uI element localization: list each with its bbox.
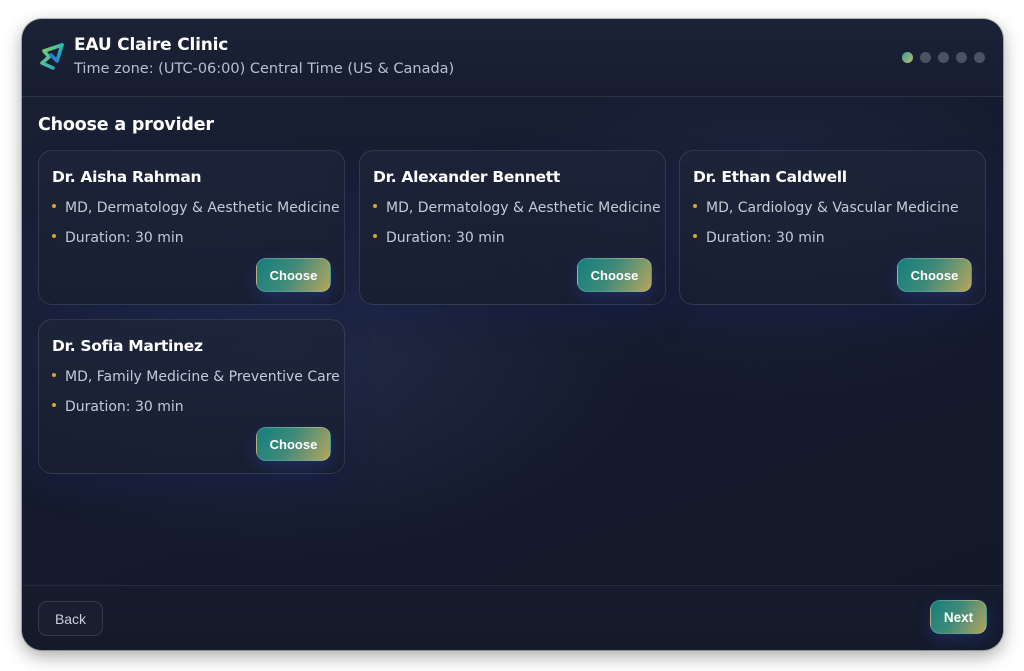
bullet-icon [52,234,56,238]
duration-text: Duration: 30 min [65,230,184,246]
step-indicator [902,52,985,63]
booking-window: EAU Claire Clinic Time zone: (UTC-06:00)… [22,19,1003,650]
specialty-text: MD, Family Medicine & Preventive Care [65,369,340,385]
bullet-icon [373,204,377,208]
provider-duration: Duration: 30 min [693,230,825,246]
provider-specialty: MD, Dermatology & Aesthetic Medicine [52,200,340,216]
provider-card-sofia-martinez: Dr. Sofia Martinez MD, Family Medicine &… [38,319,345,474]
specialty-text: MD, Cardiology & Vascular Medicine [706,200,959,216]
provider-duration: Duration: 30 min [373,230,505,246]
clinic-name: EAU Claire Clinic [74,35,229,55]
provider-specialty: MD, Family Medicine & Preventive Care [52,369,340,385]
bullet-icon [52,204,56,208]
choose-button[interactable]: Choose [256,427,331,461]
step-dot-2 [920,52,931,63]
provider-specialty: MD, Dermatology & Aesthetic Medicine [373,200,661,216]
provider-specialty: MD, Cardiology & Vascular Medicine [693,200,959,216]
next-button[interactable]: Next [930,600,987,634]
step-dot-1 [902,52,913,63]
specialty-text: MD, Dermatology & Aesthetic Medicine [65,200,340,216]
choose-button[interactable]: Choose [256,258,331,292]
duration-text: Duration: 30 min [706,230,825,246]
timezone-label: Time zone: (UTC-06:00) Central Time (US … [74,61,455,77]
duration-text: Duration: 30 min [386,230,505,246]
specialty-text: MD, Dermatology & Aesthetic Medicine [386,200,661,216]
bullet-icon [373,234,377,238]
step-dot-5 [974,52,985,63]
bullet-icon [693,204,697,208]
footer: Back Next [22,585,1003,650]
choose-button[interactable]: Choose [897,258,972,292]
provider-name: Dr. Aisha Rahman [52,168,202,186]
provider-name: Dr. Sofia Martinez [52,337,203,355]
provider-duration: Duration: 30 min [52,230,184,246]
provider-name: Dr. Ethan Caldwell [693,168,847,186]
bullet-icon [52,403,56,407]
bullet-icon [52,373,56,377]
step-dot-4 [956,52,967,63]
provider-card-ethan-caldwell: Dr. Ethan Caldwell MD, Cardiology & Vasc… [679,150,986,305]
bullet-icon [693,234,697,238]
back-button[interactable]: Back [38,601,103,636]
header: EAU Claire Clinic Time zone: (UTC-06:00)… [22,19,1003,97]
section-title: Choose a provider [38,115,214,135]
provider-duration: Duration: 30 min [52,399,184,415]
clinic-logo-icon [40,43,64,70]
provider-name: Dr. Alexander Bennett [373,168,560,186]
provider-card-aisha-rahman: Dr. Aisha Rahman MD, Dermatology & Aesth… [38,150,345,305]
choose-button[interactable]: Choose [577,258,652,292]
step-dot-3 [938,52,949,63]
duration-text: Duration: 30 min [65,399,184,415]
provider-card-alexander-bennett: Dr. Alexander Bennett MD, Dermatology & … [359,150,666,305]
